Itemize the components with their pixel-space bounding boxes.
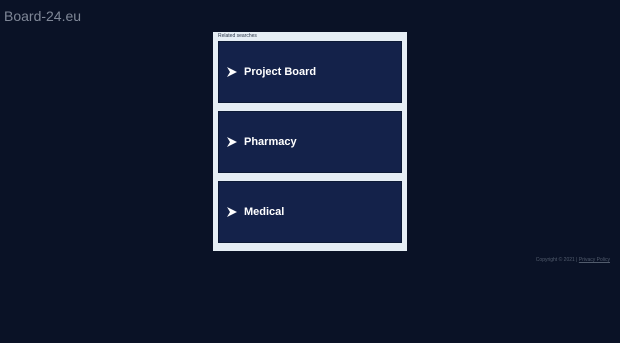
result-label: Pharmacy (244, 135, 297, 148)
footer: Copyright © 2021 | Privacy Policy (536, 257, 610, 263)
result-label: Medical (244, 205, 285, 218)
arrow-right-icon (227, 137, 237, 147)
results-list: Project Board Pharmacy Medical (218, 41, 402, 243)
result-item-project-board[interactable]: Project Board (218, 41, 402, 103)
arrow-right-icon (227, 67, 237, 77)
privacy-policy-link[interactable]: Privacy Policy (579, 257, 610, 263)
result-item-pharmacy[interactable]: Pharmacy (218, 111, 402, 173)
page: Board-24.eu Related searches Project Boa… (0, 0, 620, 343)
related-searches-heading: Related searches (218, 33, 257, 39)
site-title: Board-24.eu (4, 8, 82, 24)
copyright-text: Copyright © 2021 | (535, 257, 578, 263)
result-label: Project Board (244, 65, 317, 78)
arrow-right-icon (227, 207, 237, 217)
related-searches-panel: Related searches Project Board Pharmacy … (213, 32, 407, 251)
result-item-medical[interactable]: Medical (218, 181, 402, 243)
